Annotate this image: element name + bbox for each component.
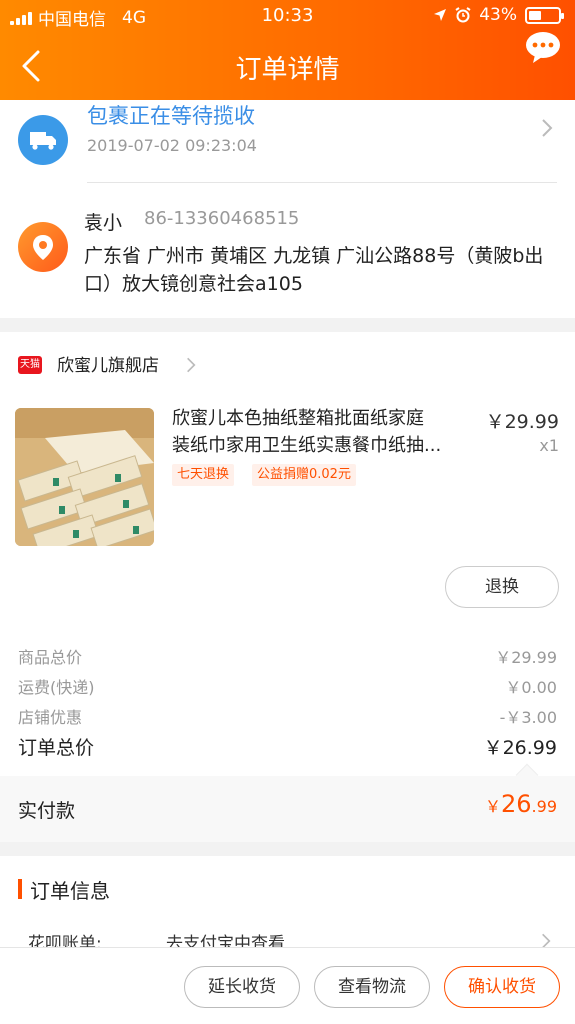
extend-receipt-button[interactable]: 延长收货 <box>184 966 300 1008</box>
product-title-line1: 欣蜜儿本色抽纸整箱批面纸家庭 <box>172 408 424 429</box>
section-accent-bar <box>18 879 22 899</box>
order-info-title: 订单信息 <box>30 879 110 903</box>
header: 中国电信 4G 10:33 43% 订单详情 <box>0 0 575 100</box>
fee-value: ￥0.00 <box>505 678 557 697</box>
fee-value: ￥29.99 <box>495 648 557 667</box>
view-logistics-button[interactable]: 查看物流 <box>314 966 430 1008</box>
tag-seven-day-return: 七天退换 <box>172 464 235 486</box>
divider <box>87 182 557 183</box>
chat-bubble-icon <box>526 32 560 63</box>
location-arrow-icon <box>434 9 447 21</box>
confirm-receipt-button[interactable]: 确认收货 <box>444 966 560 1008</box>
recipient-phone: 86-13360468515 <box>144 208 300 229</box>
paid-decimal: .99 <box>531 797 557 816</box>
shipping-address: 广东省 广州市 黄埔区 九龙镇 广汕公路88号（黄陂b出口）放大镜创意社会a10… <box>84 245 544 295</box>
truck-icon <box>18 115 68 165</box>
shop-name: 欣蜜儿旗舰店 <box>57 356 159 376</box>
battery-icon <box>525 6 564 24</box>
page-title: 订单详情 <box>235 55 340 85</box>
nav-bar: 订单详情 <box>0 32 575 98</box>
paid-amount-box: 实付款 ￥26.99 <box>0 763 575 842</box>
paid-integer: 26 <box>501 790 532 818</box>
product-title: 欣蜜儿本色抽纸整箱批面纸家庭 装纸巾家用卫生纸实惠餐巾纸抽... <box>172 405 472 459</box>
recipient-name: 袁小 <box>84 212 123 234</box>
paid-value: ￥26.99 <box>485 790 557 818</box>
product-title-line2: 装纸巾家用卫生纸实惠餐巾纸抽... <box>172 435 442 456</box>
tag-charity: 公益捐赠0.02元 <box>252 464 356 486</box>
bottom-action-bar: 延长收货 查看物流 确认收货 <box>0 947 575 1024</box>
fee-label: 店铺优惠 <box>18 708 83 727</box>
chevron-right-icon <box>542 119 553 137</box>
refund-button[interactable]: 退换 <box>445 566 559 608</box>
product-card <box>0 332 575 776</box>
battery-percent: 43% <box>479 5 517 25</box>
alarm-icon <box>455 7 471 23</box>
tmall-icon: 天猫 <box>18 356 42 374</box>
fee-value: -￥3.00 <box>499 708 557 727</box>
order-total-label: 订单总价 <box>18 737 95 759</box>
logistics-time: 2019-07-02 09:23:04 <box>87 136 257 155</box>
chevron-right-icon <box>187 357 196 373</box>
product-image <box>15 408 154 546</box>
paid-label: 实付款 <box>18 800 76 822</box>
message-button[interactable] <box>523 28 563 68</box>
product-price: ￥29.99 <box>485 411 559 433</box>
logistics-status: 包裹正在等待揽收 <box>87 104 255 128</box>
status-bar: 中国电信 4G 10:33 43% <box>0 0 575 34</box>
paid-currency: ￥ <box>484 797 501 816</box>
order-total-value: ￥26.99 <box>483 737 557 759</box>
status-right: 43% <box>433 5 564 25</box>
fee-label: 运费(快递) <box>18 678 95 697</box>
product-quantity: x1 <box>539 436 559 455</box>
fee-label: 商品总价 <box>18 648 83 667</box>
location-pin-icon <box>18 222 68 272</box>
